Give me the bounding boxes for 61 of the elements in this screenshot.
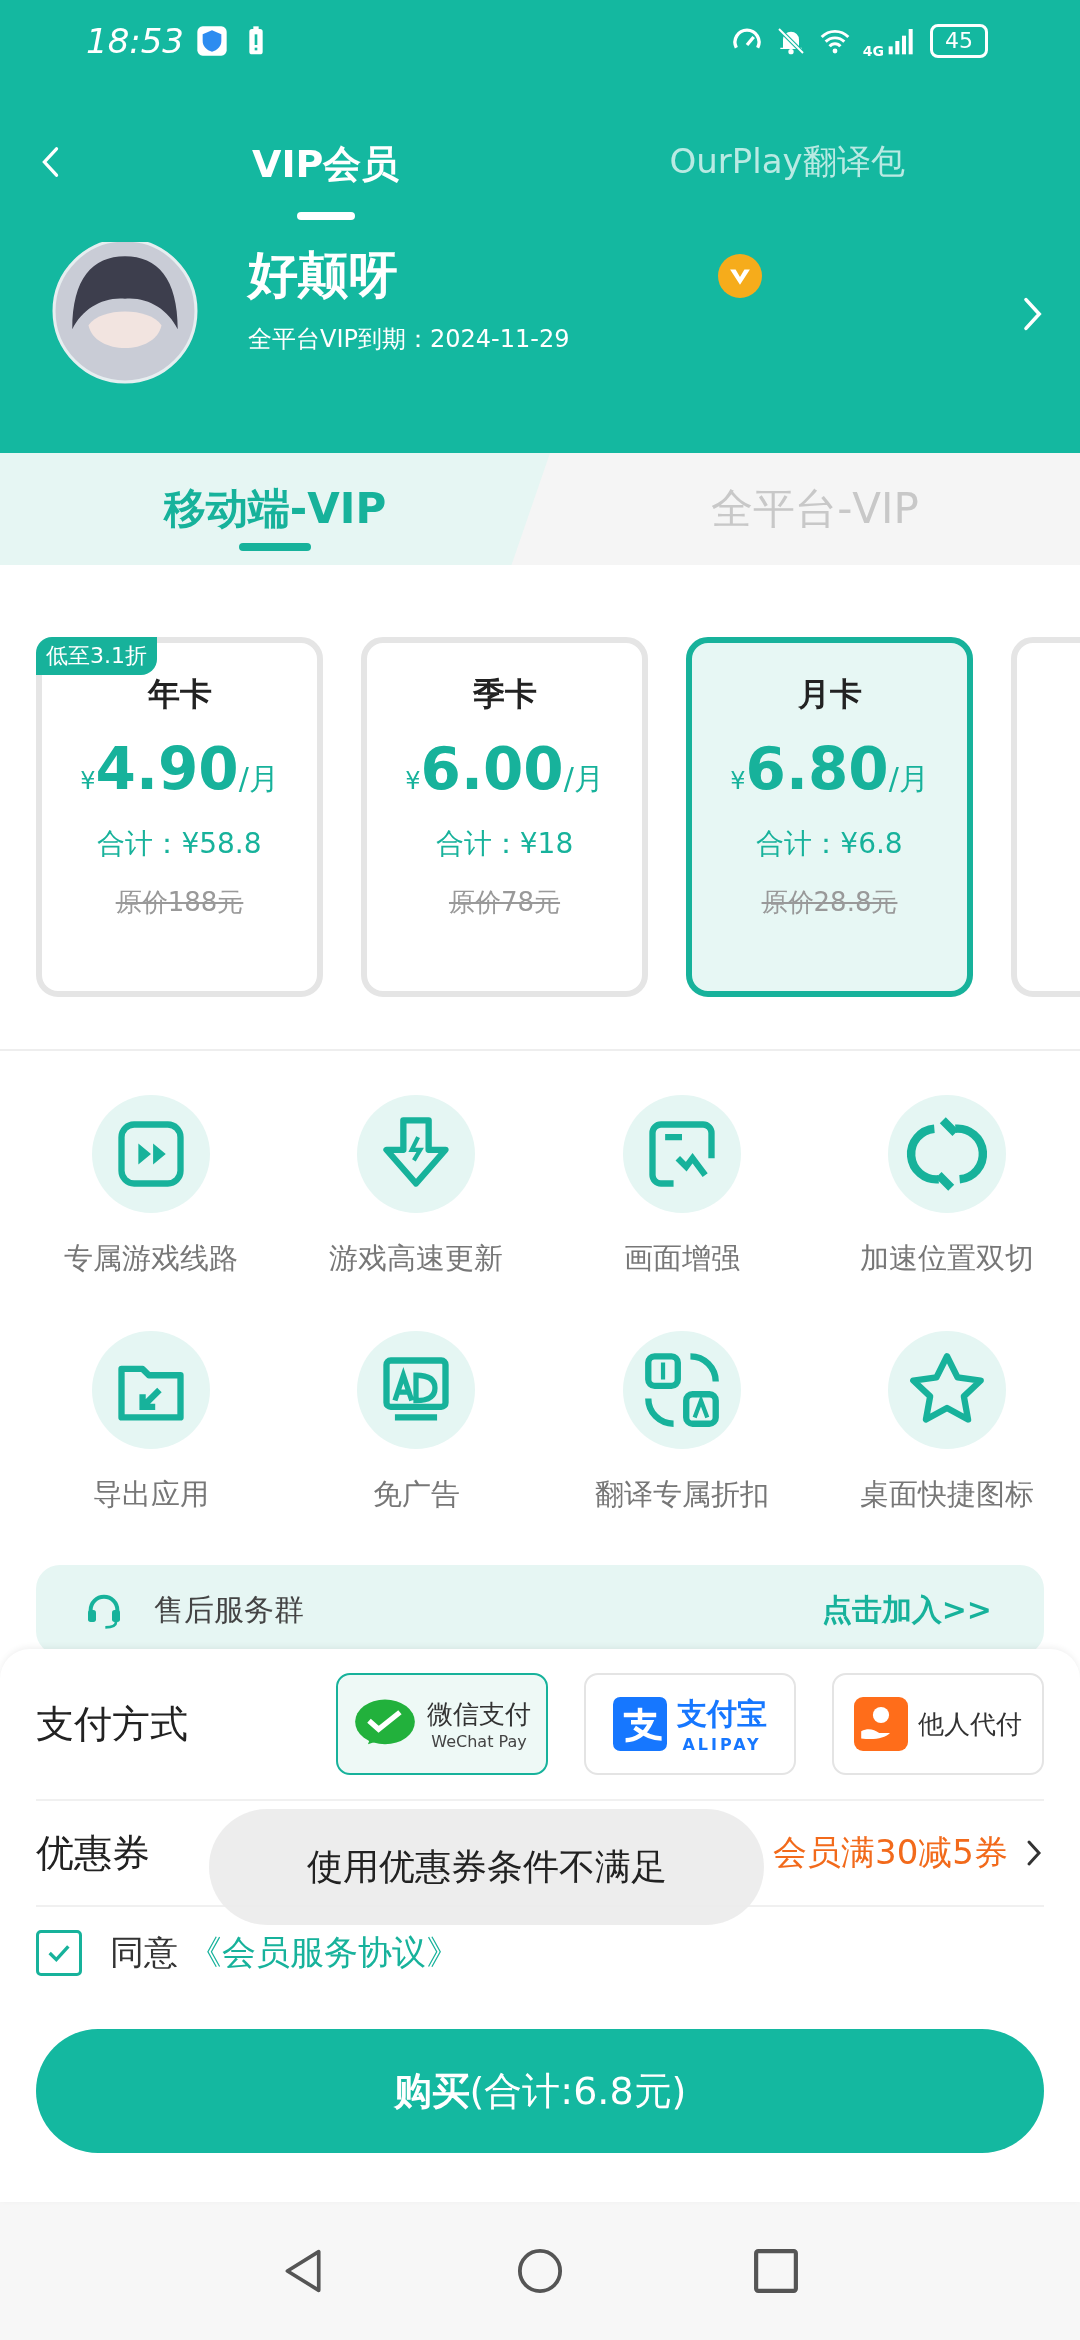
plan-card[interactable]: 月卡 ¥6.80/月 合计：¥6.8 原价28.8元	[686, 637, 973, 997]
payment-name: 微信支付	[427, 1698, 531, 1731]
feature-label: 游戏高速更新	[329, 1240, 504, 1277]
plan-total: 合计：¥6.8	[756, 826, 903, 862]
vip-badge-icon	[718, 253, 762, 298]
alipay-logo-icon	[613, 1697, 667, 1751]
feature-label: 专属游戏线路	[63, 1240, 238, 1277]
payment-option[interactable]: 支付宝 ALIPAY	[584, 1673, 796, 1775]
plan-title: 季卡	[472, 674, 537, 715]
expiry-date: 全平台VIP到期：2024-11-29	[248, 324, 571, 355]
buy-button[interactable]: 购买(合计:6.8元)	[36, 2029, 1044, 2153]
plan-title: 年卡	[147, 674, 212, 715]
platform-tab[interactable]: 移动端-VIP	[0, 453, 550, 565]
payment-name: 他人代付	[918, 1707, 1022, 1741]
message-toast: 使用优惠券条件不满足	[209, 1809, 764, 1925]
payment-subname: WeChat Pay	[431, 1732, 527, 1751]
hand-coin-icon	[854, 1697, 908, 1751]
plan-title: 月卡	[797, 674, 862, 715]
payment-option[interactable]: 微信支付 WeChat Pay	[336, 1673, 548, 1775]
discount-badge: 低至3.1折	[36, 637, 157, 675]
payment-option[interactable]: 他人代付	[832, 1673, 1044, 1775]
feature-label: 免广告	[372, 1476, 460, 1513]
agreement-link[interactable]: 《会员服务协议》	[188, 1930, 460, 1976]
plan-price: ¥6.80/月	[730, 735, 929, 803]
payment-name: 支付宝	[677, 1695, 767, 1733]
feature-label: 画面增强	[623, 1240, 740, 1277]
header-tab[interactable]: OurPlay翻译包	[669, 129, 905, 195]
battery-level: 45	[930, 24, 988, 58]
plan-price: ¥4.90/月	[80, 735, 279, 803]
coupon-label: 优惠券	[36, 1829, 150, 1877]
original-price: 原价188元	[115, 886, 244, 919]
original-price: 原价28.8元	[761, 886, 898, 919]
payment-label: 支付方式	[36, 1700, 188, 1748]
plan-total: 合计：¥58.8	[97, 826, 262, 862]
swap-circle-icon	[888, 1095, 1007, 1213]
network-type: 4G	[862, 43, 884, 59]
feature-label: 翻译专属折扣	[594, 1476, 769, 1513]
feature-label: 导出应用	[92, 1476, 209, 1513]
plan-card[interactable]: 季卡 ¥6.00/月 合计：¥18 原价78元	[361, 637, 648, 997]
agree-checkbox[interactable]	[36, 1930, 82, 1976]
translate-icon	[622, 1331, 741, 1449]
plan-price: ¥6.00/月	[405, 735, 604, 803]
plan-card[interactable]: 低至3.1折 年卡 ¥4.90/月 合计：¥58.8 原价188元	[36, 637, 323, 997]
plan-total: 合计：¥18	[435, 826, 574, 862]
clock-time: 18:53	[86, 21, 184, 61]
join-link[interactable]: 点击加入>>	[821, 1589, 992, 1631]
payment-subname: ALIPAY	[682, 1735, 762, 1754]
feature-label: 桌面快捷图标	[860, 1476, 1035, 1513]
service-label: 售后服务群	[154, 1590, 305, 1629]
ad-screen-icon	[357, 1331, 476, 1449]
picture-frame-icon	[622, 1095, 741, 1213]
feature-label: 加速位置双切	[860, 1240, 1035, 1277]
shield-icon	[196, 25, 228, 57]
play-screen-icon	[91, 1095, 210, 1213]
header-tab[interactable]: VIP会员	[252, 128, 400, 220]
recents-square-icon[interactable]	[753, 2248, 799, 2294]
agree-text: 同意	[110, 1931, 178, 1974]
home-circle-icon[interactable]	[517, 2248, 563, 2294]
original-price: 原价78元	[448, 886, 561, 919]
coupon-value[interactable]: 会员满30减5券	[773, 1830, 1008, 1876]
user-name: 好颠呀	[248, 245, 399, 306]
